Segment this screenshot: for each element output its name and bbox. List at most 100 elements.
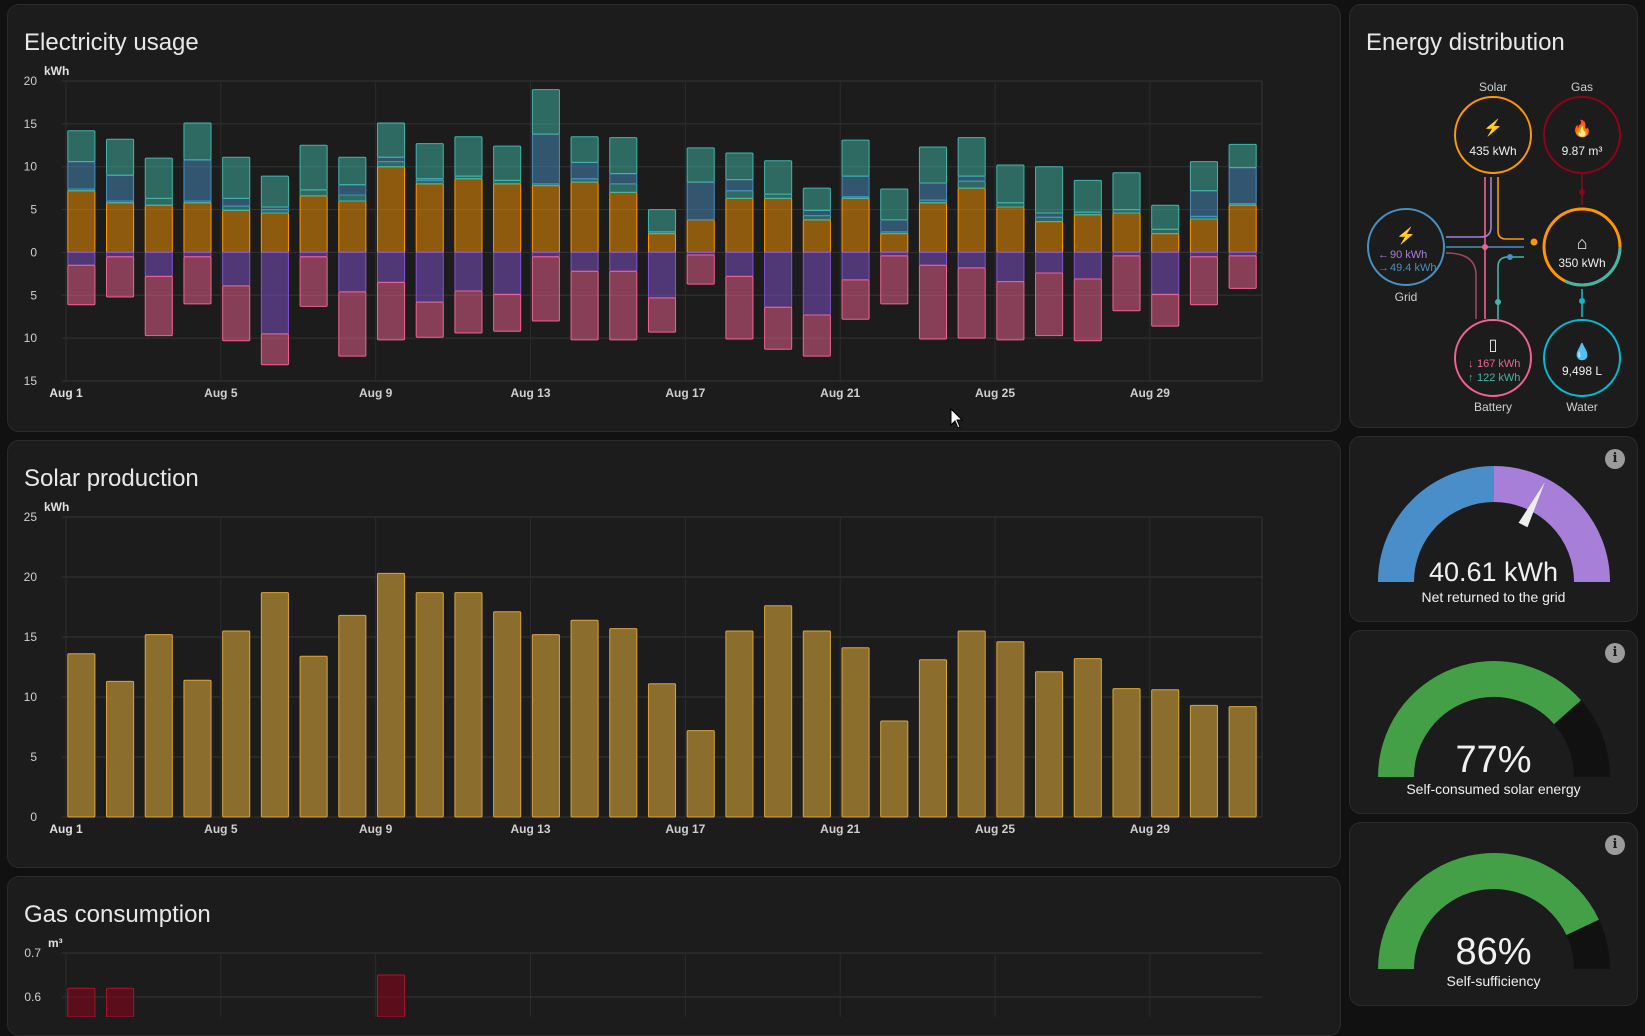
bar-segment	[725, 197, 754, 253]
self-consumed-gauge-card: i 77% Self-consumed solar energy	[1349, 630, 1638, 814]
battery-out-value: 122 kWh	[1477, 372, 1520, 384]
x-tick-label: Aug 1	[49, 386, 83, 400]
y-tick-label: 15	[24, 117, 38, 131]
x-tick-label: Aug 21	[820, 386, 860, 400]
bar-segment	[1035, 272, 1064, 337]
energy-distribution-card: Energy distribution Solar ⚡ 435 kWh Gas	[1349, 4, 1638, 428]
y-tick-label: 10	[24, 331, 38, 345]
battery-out-arrow-icon: ↑	[1468, 372, 1474, 384]
bar-segment	[376, 251, 406, 283]
bar-segment	[222, 205, 251, 211]
home-value: 350 kWh	[1558, 256, 1605, 270]
mouse-cursor-icon	[950, 408, 964, 429]
bar-segment	[376, 161, 406, 168]
bar-segment	[570, 181, 599, 253]
bar-segment	[764, 197, 793, 253]
bar-segment	[647, 251, 677, 299]
bar-segment	[918, 264, 948, 340]
water-value: 9,498 L	[1562, 364, 1602, 378]
bar-segment	[144, 157, 173, 199]
bar-segment	[106, 174, 135, 202]
bar-segment	[957, 137, 986, 177]
bar-segment	[996, 251, 1025, 283]
x-tick-label: Aug 5	[204, 822, 238, 836]
transmission-tower-icon: ⚡	[1396, 226, 1416, 245]
bar	[1189, 704, 1218, 818]
bar-segment	[106, 251, 135, 258]
bar-segment	[1035, 216, 1064, 223]
bar-segment	[802, 314, 831, 357]
bar-segment	[299, 195, 328, 253]
bar-segment	[531, 89, 560, 135]
bar-segment	[880, 233, 909, 253]
bar	[376, 572, 406, 818]
bar-segment	[1228, 143, 1257, 169]
bar-segment	[260, 175, 289, 208]
bar-segment	[725, 275, 754, 340]
grid-from-value: 90 kWh	[1390, 249, 1427, 261]
bar-segment	[609, 183, 638, 193]
bar-segment	[957, 180, 986, 189]
bar-segment	[183, 159, 212, 202]
y-tick-label: 0	[30, 245, 37, 259]
bar	[570, 619, 599, 818]
bar	[531, 634, 560, 818]
bar	[764, 605, 793, 818]
bar-segment	[1112, 251, 1141, 257]
bar-segment	[1073, 278, 1102, 342]
y-tick-label: 5	[30, 750, 37, 764]
bar-segment	[260, 333, 289, 366]
bar-segment	[531, 251, 560, 258]
bar-segment	[1228, 255, 1257, 289]
bar-segment	[144, 204, 173, 253]
bar-segment	[880, 188, 909, 221]
x-tick-label: Aug 29	[1130, 822, 1170, 836]
y-tick-label: 10	[24, 160, 38, 174]
solar-production-chart[interactable]: 25 20 15 10 5 0 kWh Aug 1 Aug 5 Aug 9 Aug 13 Aug 17…	[8, 441, 1341, 868]
bar-segment	[841, 139, 870, 177]
self-sufficiency-gauge-card: i 86% Self-sufficiency	[1349, 822, 1638, 1006]
bar-segment	[802, 215, 831, 221]
bar	[183, 679, 212, 818]
y-tick-label: 20	[24, 74, 38, 88]
bar-segment	[764, 160, 793, 195]
bar-segment	[841, 279, 870, 320]
bar-segment	[725, 179, 754, 192]
battery-label: Battery	[1474, 400, 1512, 414]
bar-segment	[1189, 251, 1218, 258]
bar-segment	[1035, 251, 1064, 274]
net-returned-gauge-card: i 40.61 kWh Net returned to the grid	[1349, 436, 1638, 622]
bar-segment	[841, 197, 870, 253]
bar-segment	[493, 251, 522, 295]
bar	[67, 653, 96, 818]
grid-to-value: 49.4 kWh	[1390, 262, 1436, 274]
bar	[880, 720, 909, 818]
y-tick-label: 10	[24, 690, 38, 704]
grid-consume-arrow-icon: →	[1378, 262, 1389, 274]
bar	[841, 647, 870, 818]
bar-segment	[1073, 179, 1102, 213]
bar-segment	[609, 191, 638, 253]
x-tick-label: Aug 25	[975, 386, 1015, 400]
bar-segment	[1189, 190, 1218, 217]
bar-segment	[493, 183, 522, 253]
y-tick-label: 0.7	[24, 946, 41, 960]
bar-segment	[764, 193, 793, 199]
gas-consumption-chart[interactable]: 0.7 0.6 m³	[8, 877, 1341, 1017]
bar-segment	[454, 178, 483, 253]
bar-segment	[802, 187, 831, 211]
electricity-usage-chart[interactable]: 20 15 10 5 0 5 10 15 kWh Aug 1 Aug 5 Aug 9 Aug 13 Aug…	[8, 5, 1341, 432]
bar-segment	[338, 291, 367, 357]
solar-production-card: Solar production 25 20 15 10 5 0 kWh Aug 1 Aug 5…	[7, 440, 1341, 868]
bar	[1151, 689, 1180, 818]
bar-segment	[764, 306, 793, 350]
bar-segment	[996, 206, 1025, 253]
bar-segment	[67, 190, 96, 253]
bar-segment	[996, 164, 1025, 204]
y-tick-label: 25	[24, 510, 38, 524]
gauge-value: 77%	[1455, 739, 1532, 781]
gauge-value: 86%	[1455, 931, 1532, 973]
bar-segment	[880, 255, 909, 305]
y-tick-label: 20	[24, 570, 38, 584]
bar-segment	[260, 212, 289, 253]
